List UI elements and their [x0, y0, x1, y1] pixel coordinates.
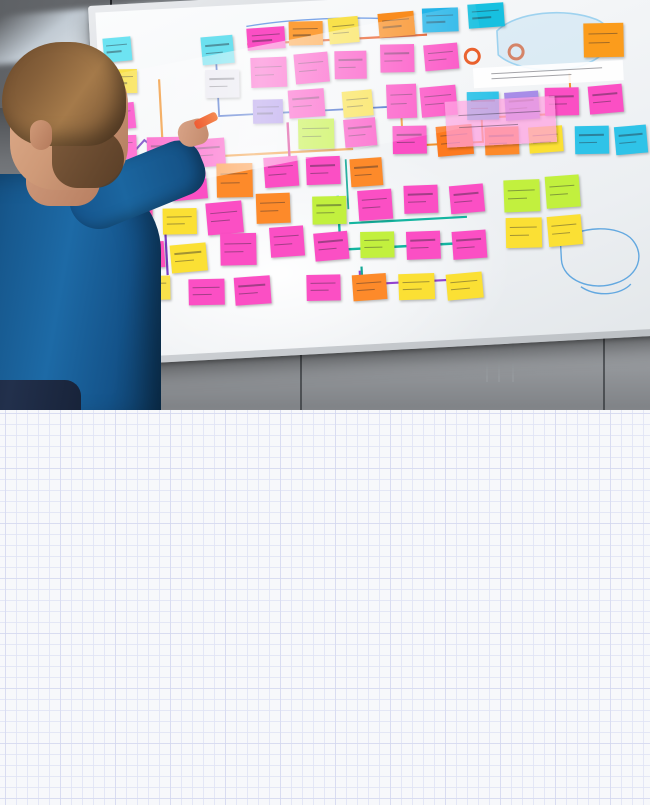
sticky-note — [341, 89, 374, 118]
sticky-note — [246, 26, 286, 51]
sticky-note — [334, 50, 367, 80]
sticky-note — [349, 157, 384, 188]
jeans — [0, 380, 81, 410]
sticky-note — [583, 22, 624, 58]
sticky-note — [392, 125, 427, 155]
sticky-note — [398, 272, 436, 301]
sticky-note — [587, 83, 624, 115]
sticky-note — [297, 118, 335, 150]
sticky-note — [327, 15, 360, 45]
sticky-note — [305, 155, 341, 186]
sticky-note — [385, 83, 418, 119]
sticky-note — [445, 271, 484, 301]
sticky-note — [233, 275, 272, 306]
sticky-note — [377, 10, 416, 38]
sticky-note — [269, 225, 306, 258]
sticky-note — [451, 229, 488, 260]
sticky-note — [546, 214, 584, 247]
sticky-note — [380, 44, 415, 73]
sticky-note — [448, 183, 486, 215]
sticky-note — [423, 42, 460, 72]
sticky-note — [421, 7, 459, 33]
whiteboard-photo — [0, 0, 650, 410]
sticky-note — [505, 217, 543, 249]
sticky-note — [288, 20, 324, 46]
sticky-note — [293, 51, 330, 85]
sticky-note — [444, 95, 558, 148]
sticky-note — [306, 274, 341, 301]
screen: Areas for improvement in the company Ide… — [0, 0, 650, 805]
sticky-note — [252, 99, 284, 124]
ear — [30, 120, 52, 150]
sticky-note — [467, 2, 505, 29]
sticky-note — [255, 192, 291, 224]
sticky-note — [263, 155, 300, 188]
diagram-panel: Areas for improvement in the company Ide… — [0, 410, 650, 805]
sticky-note — [357, 188, 394, 221]
sticky-note — [405, 230, 441, 260]
sticky-note — [313, 230, 350, 262]
person-at-whiteboard — [0, 24, 236, 410]
sticky-note — [544, 174, 581, 209]
sticky-note — [574, 125, 610, 155]
sticky-note — [312, 195, 347, 225]
hair — [2, 42, 126, 146]
sticky-note — [287, 88, 326, 119]
sticky-note — [343, 117, 378, 148]
sticky-note — [503, 179, 541, 213]
sticky-note — [250, 56, 288, 88]
sticky-note — [360, 231, 395, 259]
sticky-note — [351, 272, 388, 302]
sticky-note — [403, 184, 439, 214]
sticky-note — [613, 124, 649, 156]
